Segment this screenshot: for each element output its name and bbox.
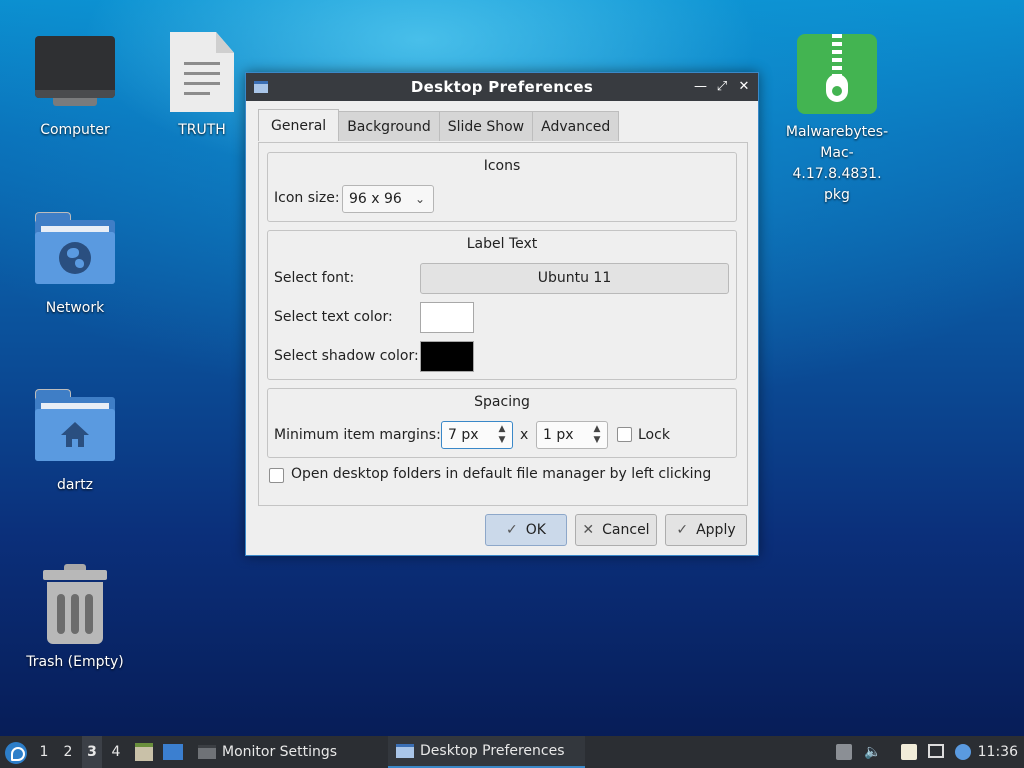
general-tab-panel: Icons Icon size: 96 x 96 ⌄ Label Text Se… bbox=[258, 142, 748, 506]
task-label: Monitor Settings bbox=[222, 744, 338, 760]
trash-icon bbox=[40, 564, 110, 644]
start-menu-icon[interactable] bbox=[5, 742, 27, 764]
apply-button[interactable]: ✓ Apply bbox=[665, 514, 747, 546]
desktop-icon-label: TRUTH bbox=[178, 122, 226, 138]
spacing-group: Spacing Minimum item margins: 7 px ▲ ▼ x … bbox=[267, 388, 737, 458]
icon-size-value: 96 x 96 bbox=[349, 191, 402, 207]
task-label: Desktop Preferences bbox=[420, 743, 565, 759]
display-icon[interactable] bbox=[928, 744, 944, 758]
computer-icon bbox=[20, 36, 130, 106]
label-text-group: Label Text Select font: Ubuntu 11 Select… bbox=[267, 230, 737, 380]
desktop-icon-dartz[interactable]: dartz bbox=[20, 389, 130, 496]
group-title: Icons bbox=[483, 158, 521, 174]
text-file-icon bbox=[170, 32, 234, 112]
checkmark-icon: ✓ bbox=[506, 522, 518, 538]
globe-icon bbox=[59, 242, 91, 274]
clock[interactable]: 11:36 bbox=[978, 736, 1018, 768]
notification-icon[interactable] bbox=[955, 744, 971, 760]
select-font-button[interactable]: Ubuntu 11 bbox=[420, 263, 729, 294]
tab-slide-show[interactable]: Slide Show bbox=[438, 111, 534, 141]
icon-size-select[interactable]: 96 x 96 ⌄ bbox=[342, 185, 434, 213]
cancel-button[interactable]: ✕ Cancel bbox=[575, 514, 657, 546]
select-text-color-label: Select text color: bbox=[274, 309, 393, 325]
cancel-button-label: Cancel bbox=[602, 522, 650, 538]
show-desktop-icon[interactable] bbox=[163, 744, 183, 760]
checkmark-icon: ✓ bbox=[676, 522, 689, 538]
lock-checkbox[interactable] bbox=[617, 427, 632, 442]
chevron-down-icon: ⌄ bbox=[414, 192, 425, 206]
package-archive-icon bbox=[797, 34, 877, 114]
desktop-icon-label: dartz bbox=[56, 477, 94, 493]
close-icon[interactable]: ✕ bbox=[738, 80, 750, 94]
desktop-preferences-icon bbox=[396, 744, 414, 758]
network-applet-icon[interactable] bbox=[836, 744, 852, 760]
taskbar: 1 2 3 4 Monitor Settings Desktop Prefere… bbox=[0, 736, 1024, 768]
lock-label: Lock bbox=[638, 427, 670, 443]
workspace-3[interactable]: 3 bbox=[82, 736, 102, 768]
ok-button[interactable]: ✓ OK bbox=[485, 514, 567, 546]
desktop-icon-computer[interactable]: Computer bbox=[20, 36, 130, 141]
icons-group: Icons Icon size: 96 x 96 ⌄ bbox=[267, 152, 737, 222]
window-title: Desktop Preferences bbox=[410, 78, 594, 96]
text-color-button[interactable] bbox=[420, 302, 474, 333]
monitor-settings-icon bbox=[198, 745, 216, 759]
open-folders-label: Open desktop folders in default file man… bbox=[291, 466, 712, 482]
select-font-label: Select font: bbox=[274, 270, 355, 286]
network-folder-icon bbox=[35, 212, 115, 284]
workspace-4[interactable]: 4 bbox=[106, 736, 126, 768]
open-folders-checkbox[interactable] bbox=[269, 468, 284, 483]
maximize-icon[interactable]: ⤢ bbox=[716, 80, 728, 94]
icon-size-label: Icon size: bbox=[274, 190, 340, 206]
desktop-icon-trash[interactable]: Trash (Empty) bbox=[20, 564, 130, 673]
volume-icon[interactable]: 🔈 bbox=[864, 744, 881, 760]
ok-button-label: OK bbox=[525, 522, 546, 538]
house-icon bbox=[61, 422, 89, 448]
home-folder-icon bbox=[35, 389, 115, 461]
clipboard-icon[interactable] bbox=[901, 744, 917, 760]
desktop-icon-label: Malwarebytes- Mac-4.17.8.4831. pkg bbox=[785, 124, 889, 203]
tab-background[interactable]: Background bbox=[338, 111, 440, 141]
tab-bar: General Background Slide Show Advanced bbox=[258, 109, 620, 141]
select-shadow-color-label: Select shadow color: bbox=[274, 348, 419, 364]
increment-icon[interactable]: ▲ bbox=[499, 424, 506, 434]
margin-x-spinbox[interactable]: 7 px ▲ ▼ bbox=[441, 421, 513, 449]
tab-advanced[interactable]: Advanced bbox=[532, 111, 620, 141]
desktop-icon-malwarebytes[interactable]: Malwarebytes- Mac-4.17.8.4831. pkg bbox=[782, 34, 892, 206]
decrement-icon[interactable]: ▼ bbox=[499, 435, 506, 445]
tab-general[interactable]: General bbox=[258, 109, 340, 141]
desktop-preferences-dialog: Desktop Preferences — ⤢ ✕ General Backgr… bbox=[245, 72, 759, 556]
desktop-icon-label: Network bbox=[45, 300, 105, 316]
decrement-icon[interactable]: ▼ bbox=[594, 435, 601, 445]
minimum-item-margins-label: Minimum item margins: bbox=[274, 427, 441, 443]
title-bar[interactable]: Desktop Preferences — ⤢ ✕ bbox=[246, 73, 758, 101]
desktop-icon-truth[interactable]: TRUTH bbox=[147, 32, 257, 141]
apply-button-label: Apply bbox=[696, 522, 736, 538]
group-title: Label Text bbox=[466, 236, 538, 252]
minimize-icon[interactable]: — bbox=[694, 80, 707, 94]
file-manager-launcher-icon[interactable] bbox=[135, 743, 153, 761]
margin-separator: x bbox=[520, 427, 529, 443]
desktop-icon-network[interactable]: Network bbox=[20, 212, 130, 319]
window-app-icon bbox=[254, 81, 268, 93]
desktop-icon-label: Computer bbox=[40, 122, 110, 138]
task-monitor-settings[interactable]: Monitor Settings bbox=[190, 736, 345, 768]
margin-y-spinbox[interactable]: 1 px ▲ ▼ bbox=[536, 421, 608, 449]
close-icon: ✕ bbox=[582, 522, 595, 538]
workspace-1[interactable]: 1 bbox=[34, 736, 54, 768]
task-desktop-preferences[interactable]: Desktop Preferences bbox=[388, 736, 585, 768]
shadow-color-button[interactable] bbox=[420, 341, 474, 372]
group-title: Spacing bbox=[474, 394, 530, 410]
workspace-2[interactable]: 2 bbox=[58, 736, 78, 768]
desktop-icon-label: Trash (Empty) bbox=[26, 654, 124, 670]
margin-x-value: 7 px bbox=[448, 427, 479, 443]
increment-icon[interactable]: ▲ bbox=[594, 424, 601, 434]
margin-y-value: 1 px bbox=[543, 427, 574, 443]
